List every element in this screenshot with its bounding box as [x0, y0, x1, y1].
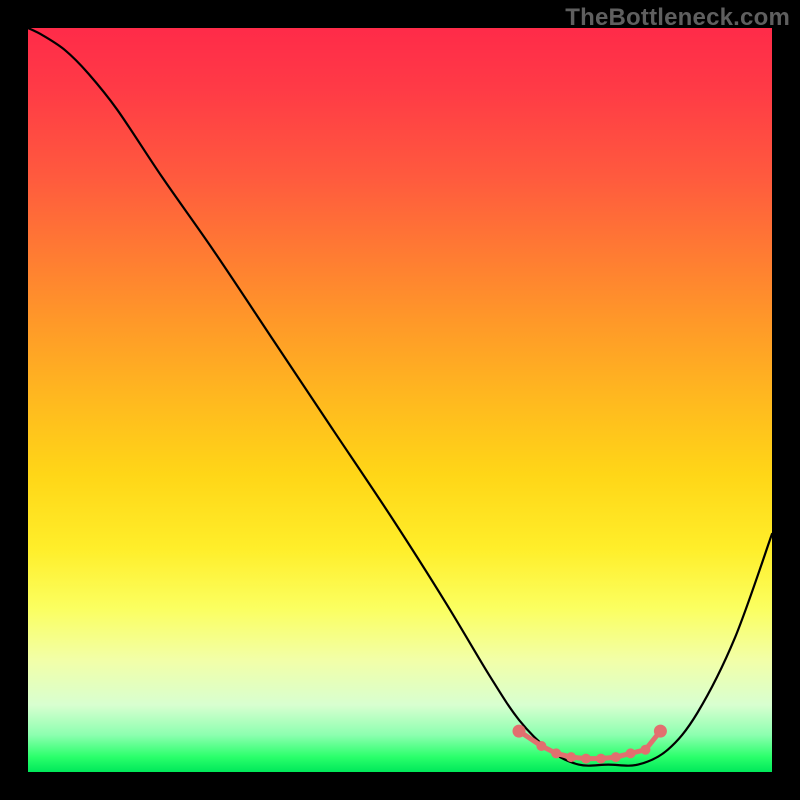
- bottleneck-curve: [28, 28, 772, 766]
- watermark-text: TheBottleneck.com: [565, 4, 790, 32]
- plot-area: [28, 28, 772, 772]
- optimal-dot: [611, 752, 621, 762]
- optimal-dot: [641, 745, 651, 755]
- optimal-dot: [566, 752, 576, 762]
- optimal-dot: [581, 754, 591, 764]
- optimal-dot: [626, 748, 636, 758]
- optimal-dot: [654, 725, 667, 738]
- chart-frame: TheBottleneck.com: [0, 0, 800, 800]
- curve-layer: [28, 28, 772, 772]
- optimal-dot: [536, 741, 546, 751]
- optimal-range-dots: [513, 725, 667, 764]
- optimal-dot: [551, 748, 561, 758]
- optimal-dot: [513, 725, 526, 738]
- optimal-dot: [596, 754, 606, 764]
